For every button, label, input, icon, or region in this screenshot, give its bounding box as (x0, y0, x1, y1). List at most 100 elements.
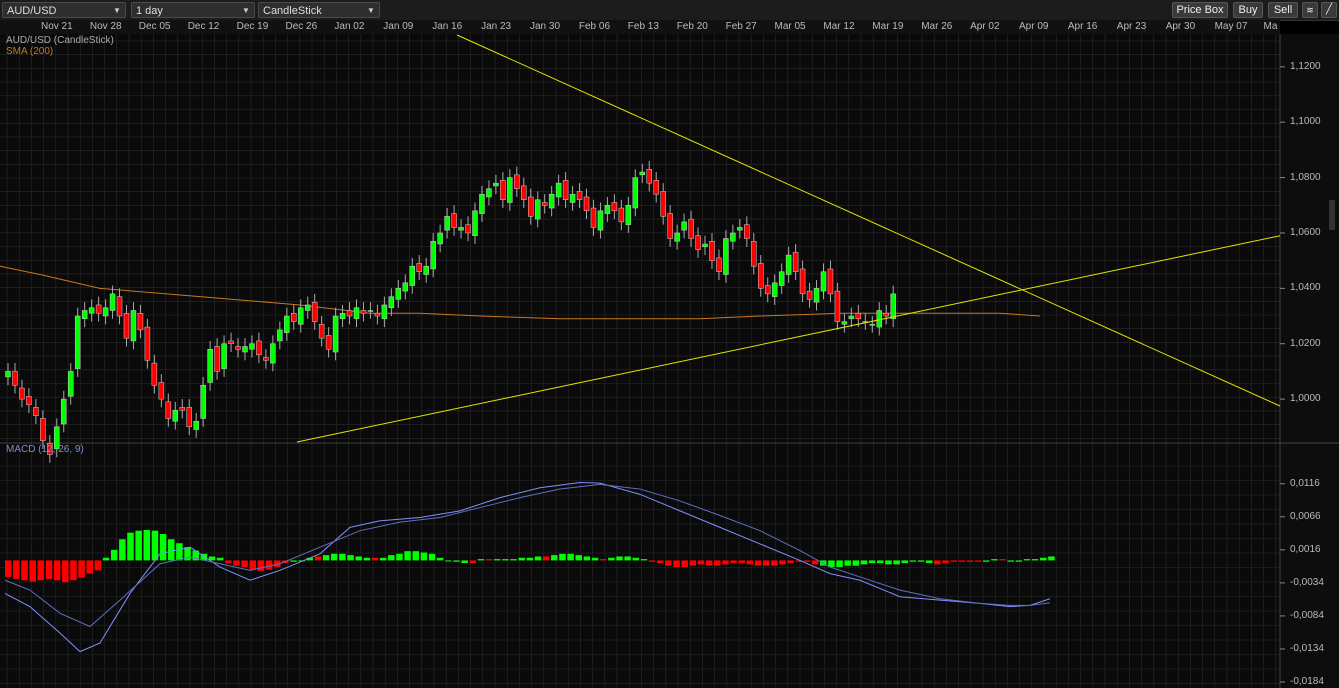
macd-histogram-bar (811, 560, 819, 565)
macd-histogram-bar (257, 560, 265, 571)
macd-y-tick-label: 0,0016 (1290, 543, 1321, 555)
candle (500, 180, 506, 200)
macd-histogram-bar (836, 560, 843, 568)
candle (353, 307, 360, 320)
candle (360, 310, 367, 314)
candle (632, 177, 639, 209)
macd-histogram-bar (608, 557, 615, 561)
candle (590, 207, 597, 228)
macd-histogram-bar (29, 560, 36, 582)
candle (26, 396, 32, 405)
candle (507, 177, 513, 203)
macd-histogram-bar (469, 560, 477, 564)
candle (514, 174, 520, 189)
macd-histogram-bar (925, 560, 933, 564)
macd-histogram-bar (70, 560, 77, 581)
macd-histogram-bar (347, 555, 354, 561)
candle (297, 307, 304, 325)
candle (618, 207, 625, 223)
macd-histogram-bar (485, 559, 493, 561)
candle (827, 268, 834, 295)
y-tick-label: 1,0800 (1290, 171, 1321, 183)
macd-histogram-bar (396, 553, 403, 561)
macd-histogram-bar (388, 555, 395, 561)
candle (130, 310, 137, 342)
macd-histogram-bar (379, 557, 387, 561)
macd-histogram-bar (779, 560, 786, 565)
macd-histogram-bar (665, 560, 672, 566)
candle (528, 196, 534, 217)
macd-histogram-bar (893, 560, 900, 565)
macd-histogram-bar (37, 560, 45, 581)
macd-histogram-bar (143, 530, 151, 561)
macd-histogram-bar (445, 560, 452, 562)
candle (12, 371, 18, 386)
macd-histogram-bar (436, 557, 444, 561)
macd-histogram-bar (803, 560, 811, 562)
macd-histogram-bar (5, 560, 12, 577)
macd-histogram-bar (575, 555, 582, 561)
macd-histogram-bar (168, 539, 175, 561)
candle (806, 290, 813, 300)
macd-histogram-bar (559, 553, 566, 561)
candle (660, 191, 666, 217)
macd-histogram-bar (518, 557, 525, 561)
candle (67, 371, 74, 397)
macd-histogram-bar (648, 560, 656, 562)
y-tick-label: 1,0200 (1290, 337, 1321, 349)
macd-histogram-bar (852, 560, 860, 566)
candle (304, 304, 311, 311)
candle (681, 221, 687, 231)
macd-histogram-bar (339, 553, 346, 561)
candle (61, 398, 67, 425)
candle (625, 205, 632, 225)
macd-histogram-bar (119, 539, 126, 561)
candle (221, 343, 227, 369)
macd-histogram-bar (78, 560, 85, 578)
macd-histogram-bar (697, 560, 705, 565)
candle (374, 313, 381, 317)
candle (137, 313, 144, 331)
macd-histogram-bar (371, 557, 379, 561)
sma-legend: SMA (200) (6, 46, 54, 57)
candle (395, 288, 402, 300)
macd-histogram-bar (885, 560, 892, 565)
macd-histogram-bar (640, 559, 648, 561)
macd-histogram-bar (860, 560, 868, 565)
macd-histogram-bar (632, 557, 640, 561)
candle (19, 387, 25, 400)
macd-histogram-bar (265, 560, 273, 570)
candle (548, 193, 555, 209)
macd-pane (0, 443, 1280, 688)
macd-histogram-bar (494, 559, 501, 561)
macd-histogram-bar (714, 560, 721, 566)
candle (667, 213, 673, 239)
candle (764, 285, 771, 295)
macd-y-tick-label: 0,0116 (1290, 477, 1320, 489)
macd-histogram-bar (567, 553, 574, 561)
candle (123, 313, 130, 339)
candle (841, 321, 848, 325)
macd-histogram-bar (453, 560, 460, 562)
candle (158, 382, 165, 400)
candle (785, 254, 792, 275)
chart-canvas[interactable] (0, 0, 1339, 688)
candle (555, 182, 562, 198)
macd-histogram-bar (771, 560, 778, 566)
macd-y-tick-label: -0,0184 (1290, 676, 1324, 687)
macd-histogram-bar (331, 553, 338, 561)
candle (165, 401, 172, 419)
macd-histogram-bar (1015, 560, 1023, 562)
candle (402, 282, 409, 292)
scrollbar (1329, 200, 1335, 230)
candle (646, 169, 652, 184)
candle (437, 232, 443, 245)
candle (116, 296, 123, 317)
macd-histogram-bar (1040, 557, 1047, 561)
macd-histogram-bar (86, 560, 93, 574)
macd-y-tick-label: 0,0066 (1290, 510, 1321, 522)
macd-histogram-bar (762, 560, 770, 566)
macd-histogram-bar (942, 560, 949, 564)
macd-y-tick-label: -0,0084 (1290, 609, 1324, 621)
macd-histogram-bar (591, 557, 599, 561)
